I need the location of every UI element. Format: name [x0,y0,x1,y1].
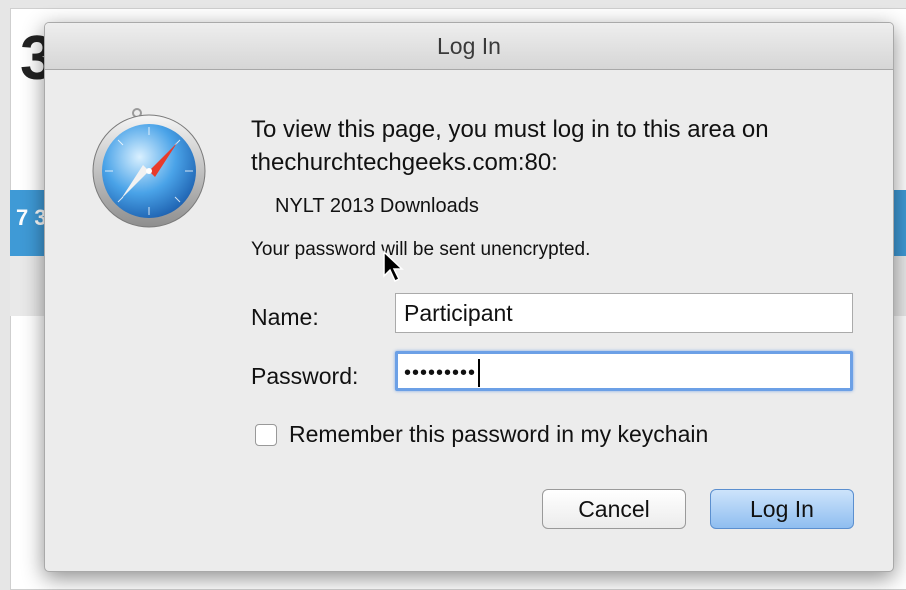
safari-compass-icon [92,108,206,228]
cancel-button[interactable]: Cancel [542,489,686,529]
unencrypted-warning: Your password will be sent unencrypted. [251,239,591,260]
realm-name: NYLT 2013 Downloads [275,195,479,217]
password-label: Password: [251,363,359,389]
background-band-glyph: 7 3 [16,205,47,230]
name-field[interactable]: Participant [395,293,853,333]
login-message: To view this page, you must log in to th… [251,116,769,176]
login-button[interactable]: Log In [710,489,854,529]
mouse-cursor-icon [383,250,404,283]
remember-row[interactable]: Remember this password in my keychain [255,421,708,448]
login-dialog: Log In To view this page, you must log i… [44,22,894,572]
password-dots: ••••••••• [404,361,477,384]
password-field[interactable]: ••••••••• [395,351,853,391]
remember-checkbox[interactable] [255,423,277,446]
name-label: Name: [251,304,319,330]
text-caret [478,358,481,387]
remember-label[interactable]: Remember this password in my keychain [289,421,708,448]
dialog-title: Log In [45,23,893,70]
